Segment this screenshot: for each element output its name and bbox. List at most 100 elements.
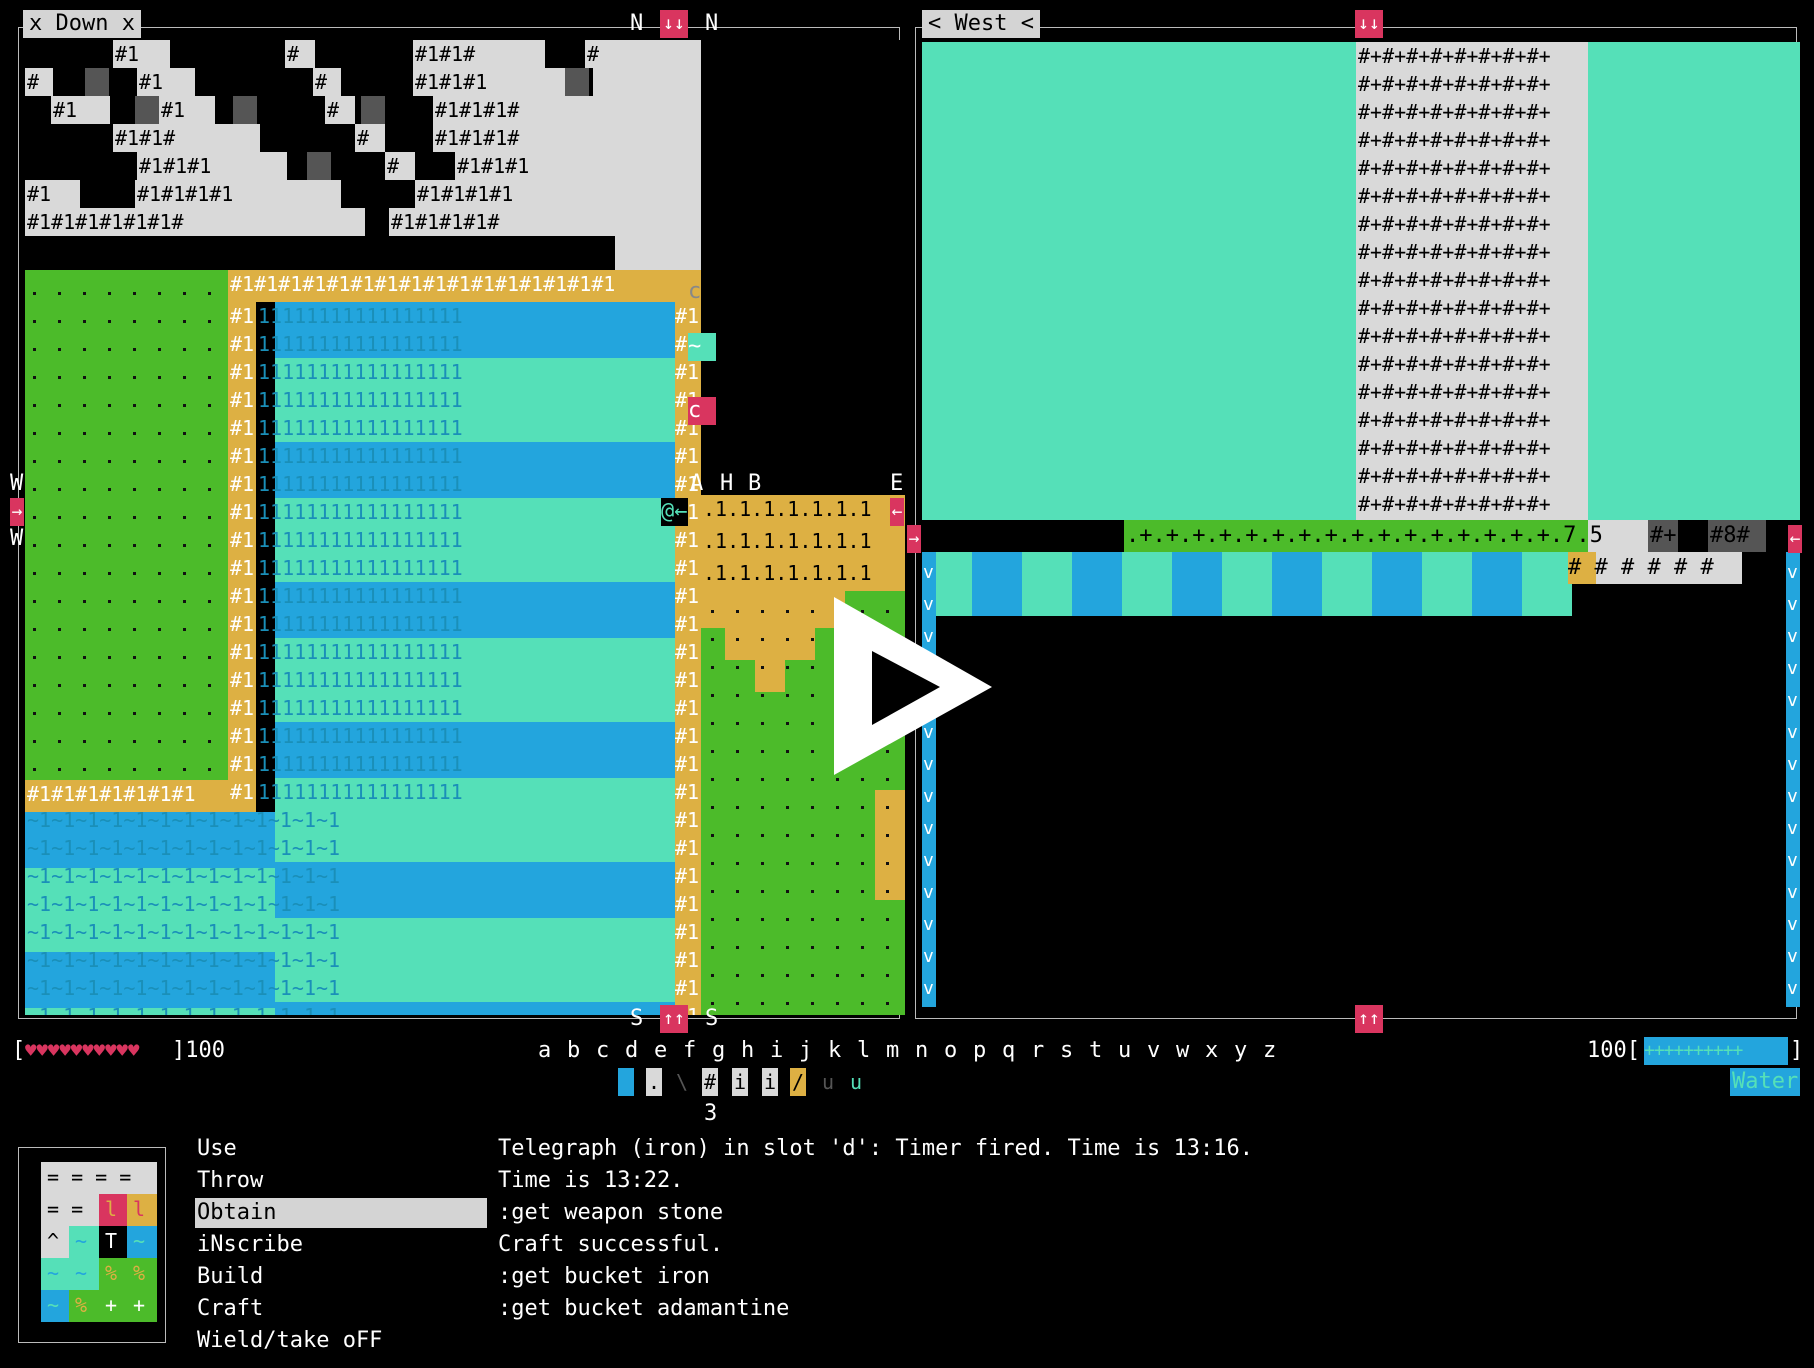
right-down-arrows[interactable]: ↓↓ (1355, 10, 1383, 38)
hotbar-key-h[interactable]: h (741, 1037, 754, 1065)
hotbar-key-z[interactable]: z (1263, 1037, 1276, 1065)
left-side-letter-a: A (690, 471, 704, 496)
svg-text:#1: #1 (675, 752, 699, 776)
svg-text:#1: #1 (675, 640, 699, 664)
hotbar-u-icon-1[interactable]: u (820, 1068, 836, 1096)
hotbar-key-i[interactable]: i (770, 1037, 783, 1065)
svg-text:v: v (1787, 882, 1798, 903)
left-down-arrows[interactable]: ↓↓ (660, 10, 688, 38)
menu-item-throw[interactable]: Throw (195, 1166, 487, 1196)
left-up-arrows[interactable]: ↑↑ (660, 1005, 688, 1033)
hotbar-key-o[interactable]: o (944, 1037, 957, 1065)
svg-text:#+#+#+#+#+#+#+#+: #+#+#+#+#+#+#+#+ (1358, 240, 1551, 264)
hotbar-key-k[interactable]: k (828, 1037, 841, 1065)
mp-label: Water (1730, 1068, 1801, 1096)
svg-text:11111111111111111: 11111111111111111 (258, 500, 463, 524)
svg-text:T: T (105, 1229, 117, 1253)
hotbar-key-p[interactable]: p (973, 1037, 986, 1065)
svg-text:%: % (133, 1261, 145, 1285)
svg-text:11111111111111111: 11111111111111111 (258, 640, 463, 664)
svg-text:#1: #1 (115, 42, 139, 66)
svg-text:#1: #1 (230, 696, 254, 720)
svg-text:11111111111111111: 11111111111111111 (258, 780, 463, 804)
svg-text:#1: #1 (230, 304, 254, 328)
svg-text:#1#1#1#1: #1#1#1#1 (417, 182, 513, 206)
svg-text:#1: #1 (675, 556, 699, 580)
svg-text:^: ^ (47, 1229, 59, 1253)
hotbar-key-l[interactable]: l (857, 1037, 870, 1065)
hotbar-key-q[interactable]: q (1002, 1037, 1015, 1065)
player-glyph[interactable]: @← (661, 498, 688, 526)
right-map[interactable]: #+#+#+#+#+#+#+#+ #+#+#+#+#+#+#+#+ #+#+#+#+… (922, 42, 1800, 1007)
right-up-arrows[interactable]: ↑↑ (1355, 1005, 1383, 1033)
hotbar-key-j[interactable]: j (799, 1037, 812, 1065)
svg-text:~1~1~1~1~1~1~1~1~1~1~1~1~1: ~1~1~1~1~1~1~1~1~1~1~1~1~1 (27, 948, 340, 972)
grass-region (25, 270, 228, 780)
left-north-label-2: N (705, 11, 719, 36)
hotbar-slash-icon[interactable]: / (790, 1068, 806, 1096)
svg-text:~1~1~1~1~1~1~1~1~1~1~1~1~1: ~1~1~1~1~1~1~1~1~1~1~1~1~1 (27, 808, 340, 832)
svg-text:v: v (1787, 786, 1798, 807)
menu-item-wield[interactable]: Wield/take oFF (195, 1326, 487, 1356)
hotbar-key-e[interactable]: e (654, 1037, 667, 1065)
menu-item-obtain[interactable]: Obtain (195, 1198, 487, 1228)
hotbar-key-a[interactable]: a (538, 1037, 551, 1065)
hotbar-key-m[interactable]: m (886, 1037, 899, 1065)
hotbar-i-icon-1[interactable]: i (732, 1068, 748, 1096)
hotbar-key-c[interactable]: c (596, 1037, 609, 1065)
hotbar-key-u[interactable]: u (1118, 1037, 1131, 1065)
left-west-arrow[interactable]: → (10, 498, 24, 526)
hotbar-key-n[interactable]: n (915, 1037, 928, 1065)
svg-text:.1.1.1.1.1.1.1: .1.1.1.1.1.1.1 (703, 529, 872, 553)
side-marker-tilde: ~ (688, 333, 716, 361)
right-strip-tail-2: #8# (1710, 523, 1750, 548)
hotbar-key-g[interactable]: g (712, 1037, 725, 1065)
hotbar-key-x[interactable]: x (1205, 1037, 1218, 1065)
svg-text:#1: #1 (230, 332, 254, 356)
svg-text:11111111111111111: 11111111111111111 (258, 360, 463, 384)
svg-text:v: v (923, 818, 934, 839)
hotbar-water-icon[interactable] (618, 1068, 634, 1096)
svg-text:v: v (923, 786, 934, 807)
svg-text:v: v (1787, 946, 1798, 967)
hotbar-key-b[interactable]: b (567, 1037, 580, 1065)
hotbar-dot-icon[interactable]: . (646, 1068, 662, 1096)
right-east-arrow[interactable]: ← (1788, 525, 1802, 553)
hotbar-key-s[interactable]: s (1060, 1037, 1073, 1065)
svg-text:11111111111111111: 11111111111111111 (258, 556, 463, 580)
menu-item-craft[interactable]: Craft (195, 1294, 487, 1324)
svg-text:#1: #1 (139, 70, 163, 94)
hotbar-key-w[interactable]: w (1176, 1037, 1189, 1065)
hp-value: ]100 (172, 1038, 225, 1063)
message-line: Time is 13:22. (498, 1168, 684, 1193)
svg-text:v: v (1787, 914, 1798, 935)
right-west-arrow[interactable]: → (907, 525, 921, 553)
hotbar-key-y[interactable]: y (1234, 1037, 1247, 1065)
menu-item-inscribe[interactable]: iNscribe (195, 1230, 487, 1260)
svg-text:v: v (923, 914, 934, 935)
minimap[interactable]: = = = = = = l l ^ ~ T ~ ~ ~ % % ~ % + + (18, 1147, 166, 1343)
mp-bar: ++++++++++ (1644, 1037, 1788, 1065)
svg-text:#1: #1 (230, 584, 254, 608)
play-triangle-icon[interactable] (822, 585, 1002, 785)
hotbar-key-r[interactable]: r (1031, 1037, 1044, 1065)
hotbar-key-d[interactable]: d (625, 1037, 638, 1065)
hotbar-backslash-icon[interactable]: \ (674, 1068, 690, 1096)
menu-item-build[interactable]: Build (195, 1262, 487, 1292)
svg-text:11111111111111111: 11111111111111111 (258, 528, 463, 552)
hotbar-key-v[interactable]: v (1147, 1037, 1160, 1065)
left-east-arrow[interactable]: ← (890, 498, 904, 526)
hotbar-key-t[interactable]: t (1089, 1037, 1102, 1065)
svg-text:#1#1#1: #1#1#1 (139, 154, 211, 178)
hotbar-key-f[interactable]: f (683, 1037, 696, 1065)
left-map[interactable]: #1#1#1#1#1#1#1#1#1#1#1#1#1#1#1#1 #1#1#1#1… (25, 40, 905, 1015)
hotbar-i-icon-2[interactable]: i (762, 1068, 778, 1096)
hotbar-hash-icon[interactable]: # (702, 1068, 718, 1096)
menu-item-use[interactable]: Use (195, 1134, 487, 1164)
hotbar-u-icon-2[interactable]: u (848, 1068, 864, 1096)
left-south-label: S (630, 1006, 644, 1031)
svg-text:#+#+#+#+#+#+#+#+: #+#+#+#+#+#+#+#+ (1358, 436, 1551, 460)
left-map-canvas: #1#1#1#1#1#1#1#1#1#1#1#1#1#1#1#1#1#1#1#1… (25, 40, 905, 1015)
message-line: Craft successful. (498, 1232, 724, 1257)
right-pane-title: < West < (922, 10, 1040, 38)
